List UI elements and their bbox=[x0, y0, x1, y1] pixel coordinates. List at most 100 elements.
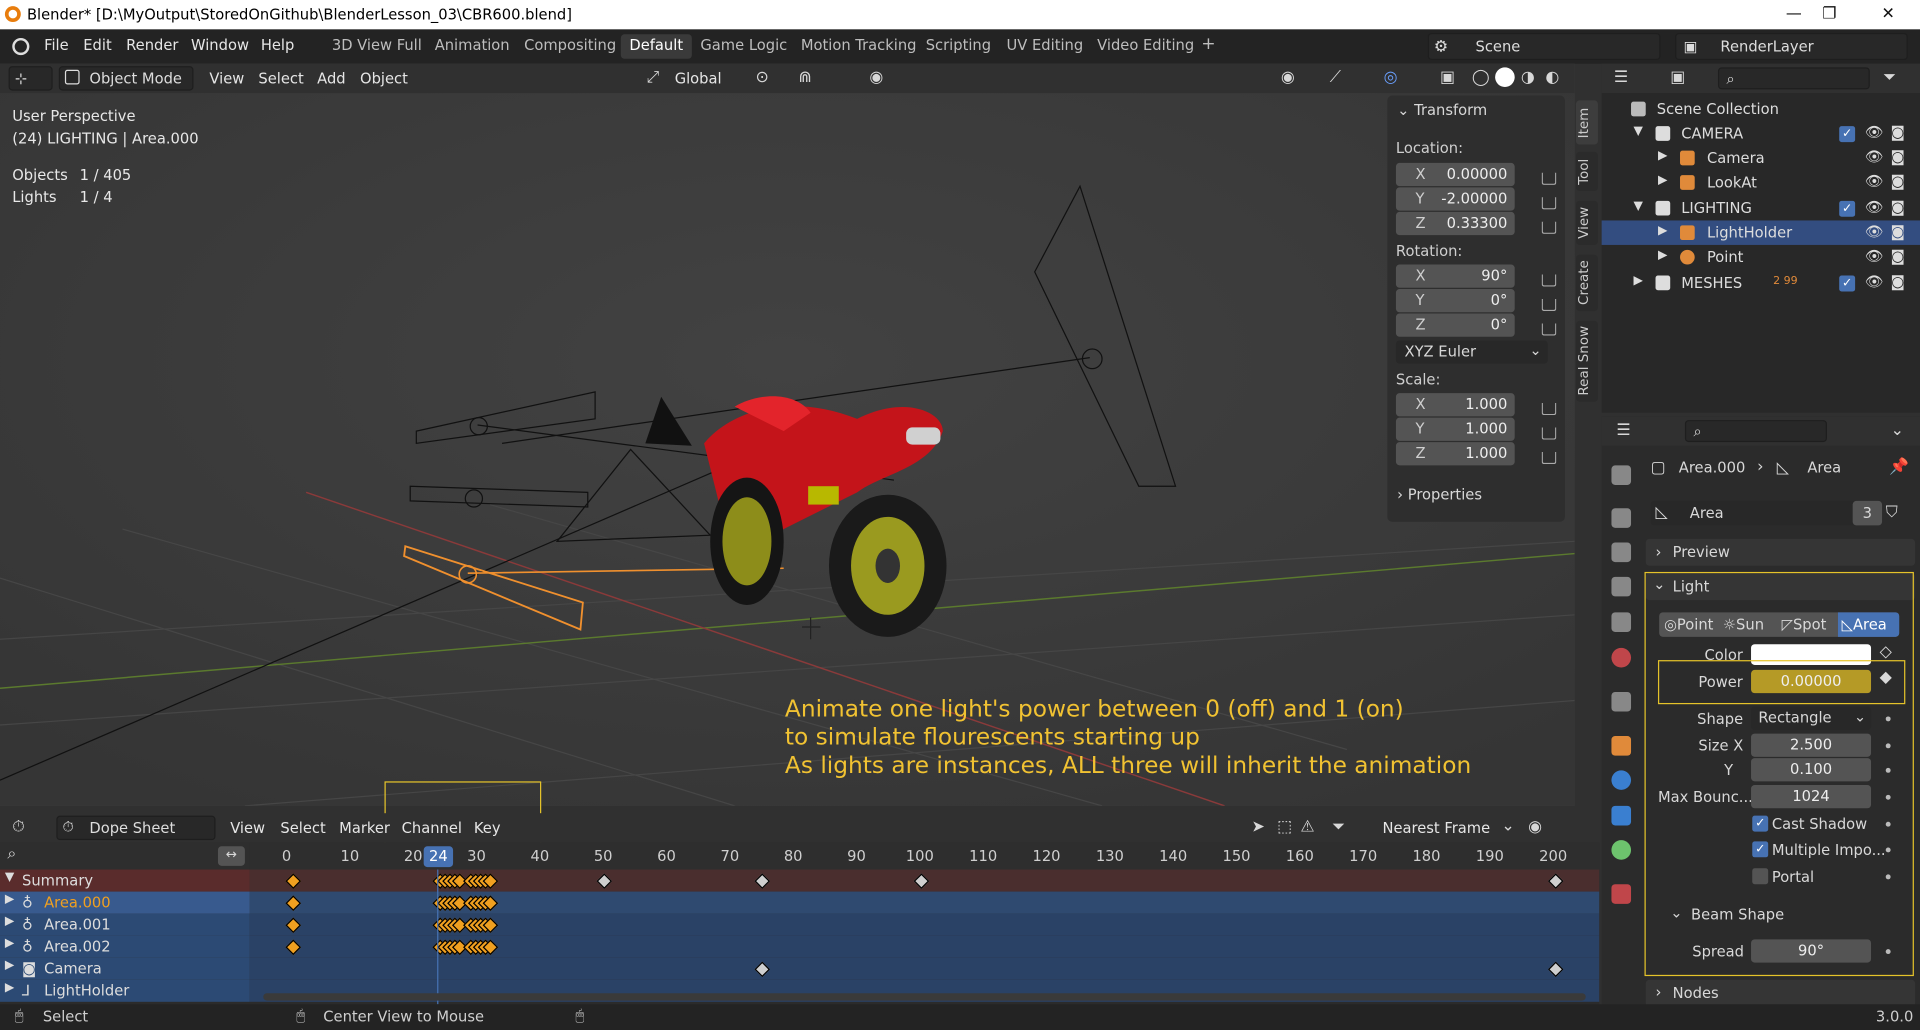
eye-icon[interactable]: 👁 bbox=[1865, 247, 1884, 264]
physics-tab-icon[interactable] bbox=[1611, 770, 1632, 790]
expand-arrow-icon[interactable]: ▼ bbox=[1633, 125, 1642, 138]
keyframe-marker[interactable] bbox=[596, 873, 613, 889]
eye-icon[interactable]: 👁 bbox=[1865, 273, 1884, 290]
location-x-field[interactable]: X 0.00000 bbox=[1395, 162, 1515, 187]
outliner-search-input[interactable]: ⌕ bbox=[1717, 67, 1870, 90]
lock-icon[interactable] bbox=[1541, 274, 1557, 287]
menu-help[interactable]: Help bbox=[261, 37, 295, 54]
texture-tab-icon[interactable] bbox=[1611, 884, 1632, 904]
overlays-icon[interactable]: ◎ bbox=[1384, 69, 1398, 87]
tab-video-editing[interactable]: Video Editing bbox=[1089, 34, 1203, 58]
camera-render-icon[interactable]: ◙ bbox=[1891, 198, 1905, 215]
location-y-field[interactable]: Y -2.00000 bbox=[1395, 187, 1515, 211]
display-mode-icon[interactable]: ▣ bbox=[1670, 69, 1685, 87]
dopesheet-mode-selector[interactable]: ⏱ Dope Sheet bbox=[56, 815, 216, 841]
menu-edit[interactable]: Edit bbox=[83, 37, 111, 54]
camera-render-icon[interactable]: ◙ bbox=[1891, 173, 1905, 190]
fake-user-shield-icon[interactable]: ⛉ bbox=[1886, 503, 1898, 521]
add-workspace-button[interactable]: + bbox=[1193, 32, 1225, 56]
sidebar-tab-item[interactable]: Item bbox=[1575, 100, 1598, 145]
expand-arrow-icon[interactable]: ▼ bbox=[1633, 200, 1642, 213]
rotation-y-field[interactable]: Y 0° bbox=[1395, 289, 1515, 313]
filter-icon[interactable]: ⏷ bbox=[1883, 69, 1896, 87]
tab-uv-editing[interactable]: UV Editing bbox=[998, 34, 1092, 58]
rotation-z-field[interactable]: Z 0° bbox=[1395, 313, 1515, 337]
render-layer-selector[interactable]: ▣ RenderLayer bbox=[1675, 33, 1908, 61]
dopesheet-menu-key[interactable]: Key bbox=[474, 819, 501, 836]
dopesheet-editor-icon[interactable]: ⏱ bbox=[12, 818, 24, 836]
gizmo-icon[interactable]: ⟋ bbox=[1330, 69, 1341, 87]
outliner-row[interactable]: ▼ CAMERA ✓ 👁 ◙ bbox=[1602, 121, 1920, 145]
keyframe-marker[interactable] bbox=[754, 961, 771, 978]
view-layer-tab-icon[interactable] bbox=[1611, 576, 1632, 597]
chevron-down-icon[interactable]: ⌄ bbox=[1891, 421, 1904, 439]
dopesheet-menu-view[interactable]: View bbox=[230, 819, 265, 836]
properties-search-input[interactable]: ⌕ bbox=[1684, 420, 1827, 443]
location-z-field[interactable]: Z 0.33300 bbox=[1395, 211, 1515, 236]
eye-icon[interactable]: 👁 bbox=[1865, 124, 1884, 141]
blender-menu-icon[interactable] bbox=[12, 37, 30, 56]
keyframe-marker[interactable] bbox=[285, 873, 302, 889]
lock-icon[interactable] bbox=[1541, 402, 1557, 416]
outliner-row[interactable]: ▼ LIGHTING ✓ 👁 ◙ bbox=[1602, 196, 1920, 220]
expand-arrow-icon[interactable]: ▶ bbox=[1658, 249, 1667, 262]
properties-subpanel[interactable]: › Properties bbox=[1397, 486, 1482, 503]
viewport-menu-object[interactable]: Object bbox=[360, 70, 408, 87]
tab-motion-tracking[interactable]: Motion Tracking bbox=[792, 34, 925, 58]
camera-render-icon[interactable]: ◙ bbox=[1891, 247, 1905, 264]
eye-icon[interactable]: 👁 bbox=[1865, 148, 1884, 165]
rendered-shading-icon[interactable]: ◐ bbox=[1545, 69, 1559, 87]
outliner-row[interactable]: ▶ Point 👁 ◙ bbox=[1602, 245, 1920, 269]
viewport-menu-select[interactable]: Select bbox=[258, 70, 303, 87]
outliner-row[interactable]: ▶ Camera 👁 ◙ bbox=[1602, 146, 1920, 170]
xray-icon[interactable]: ▣ bbox=[1440, 69, 1455, 87]
constraints-tab-icon[interactable] bbox=[1611, 805, 1632, 826]
camera-render-icon[interactable]: ◙ bbox=[1891, 124, 1905, 141]
tab-3d-view-full[interactable]: 3D View Full bbox=[323, 34, 430, 58]
tab-animation[interactable]: Animation bbox=[426, 34, 518, 58]
transform-header[interactable]: ⌄ Transform bbox=[1397, 102, 1487, 119]
proportional-edit-icon[interactable]: ◉ bbox=[1528, 818, 1542, 836]
transform-orientation[interactable]: ⤢ Global bbox=[642, 66, 745, 90]
keyframe-marker[interactable] bbox=[285, 895, 302, 912]
mode-selector[interactable]: Object Mode bbox=[58, 66, 194, 91]
tab-game-logic[interactable]: Game Logic bbox=[692, 34, 796, 58]
scene-selector[interactable]: ⚙ Scene bbox=[1427, 33, 1661, 61]
collection-tab-icon[interactable] bbox=[1611, 691, 1632, 712]
expand-arrow-icon[interactable]: ▶ bbox=[1658, 224, 1667, 237]
lock-icon[interactable] bbox=[1541, 197, 1557, 210]
close-button[interactable]: ✕ bbox=[1864, 2, 1913, 26]
dopesheet-menu-marker[interactable]: Marker bbox=[339, 819, 390, 836]
render-tab-icon[interactable] bbox=[1611, 508, 1632, 528]
3d-viewport[interactable] bbox=[0, 63, 1575, 806]
lock-icon[interactable] bbox=[1541, 451, 1557, 465]
menu-window[interactable]: Window bbox=[191, 37, 249, 54]
scale-x-field[interactable]: X 1.000 bbox=[1395, 393, 1515, 417]
datablock-selector[interactable]: ◺ Area bbox=[1650, 500, 1862, 526]
horizontal-scrollbar[interactable] bbox=[263, 993, 1586, 1001]
output-tab-icon[interactable] bbox=[1611, 542, 1632, 563]
nodes-panel-header[interactable]: › Nodes bbox=[1645, 979, 1916, 1007]
camera-render-icon[interactable]: ◙ bbox=[1891, 273, 1905, 290]
outliner-scene-collection[interactable]: Scene Collection bbox=[1602, 97, 1920, 121]
only-selected-icon[interactable]: ➤ bbox=[1251, 818, 1264, 836]
pivot-icon[interactable]: ⊙ bbox=[756, 69, 769, 87]
expand-arrow-icon[interactable]: ▶ bbox=[1658, 149, 1667, 162]
maximize-button[interactable]: ❐ bbox=[1805, 2, 1854, 26]
sidebar-tab-create[interactable]: Create bbox=[1575, 254, 1598, 312]
visibility-icon[interactable]: ◉ bbox=[1281, 69, 1295, 87]
tab-compositing[interactable]: Compositing bbox=[516, 34, 625, 58]
eye-icon[interactable]: 👁 bbox=[1865, 223, 1884, 240]
keyframe-marker[interactable] bbox=[285, 939, 302, 956]
proportional-edit-icon[interactable]: ◉ bbox=[869, 69, 883, 87]
current-frame-indicator[interactable]: 24 bbox=[423, 846, 454, 868]
dopesheet-menu-select[interactable]: Select bbox=[280, 819, 325, 836]
tool-tab-icon[interactable] bbox=[1611, 465, 1632, 485]
material-shading-icon[interactable]: ◑ bbox=[1521, 69, 1535, 87]
outliner-row[interactable]: ▶ LookAt 👁 ◙ bbox=[1602, 170, 1920, 194]
checkbox-icon[interactable]: ✓ bbox=[1839, 126, 1856, 143]
viewport-menu-view[interactable]: View bbox=[209, 70, 244, 87]
outliner-row[interactable]: ▶ MESHES 2 99 ✓ 👁 ◙ bbox=[1602, 271, 1920, 295]
keyframe-marker[interactable] bbox=[285, 917, 302, 934]
warning-icon[interactable]: ⚠ bbox=[1300, 818, 1314, 836]
